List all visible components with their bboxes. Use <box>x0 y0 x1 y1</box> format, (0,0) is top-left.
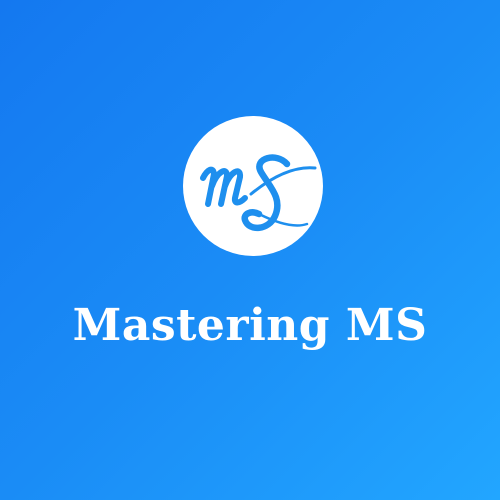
logo-badge <box>183 116 323 256</box>
logo-canvas: Mastering MS <box>0 0 500 500</box>
ms-monogram-icon <box>200 154 317 231</box>
brand-title: Mastering MS <box>72 300 428 351</box>
